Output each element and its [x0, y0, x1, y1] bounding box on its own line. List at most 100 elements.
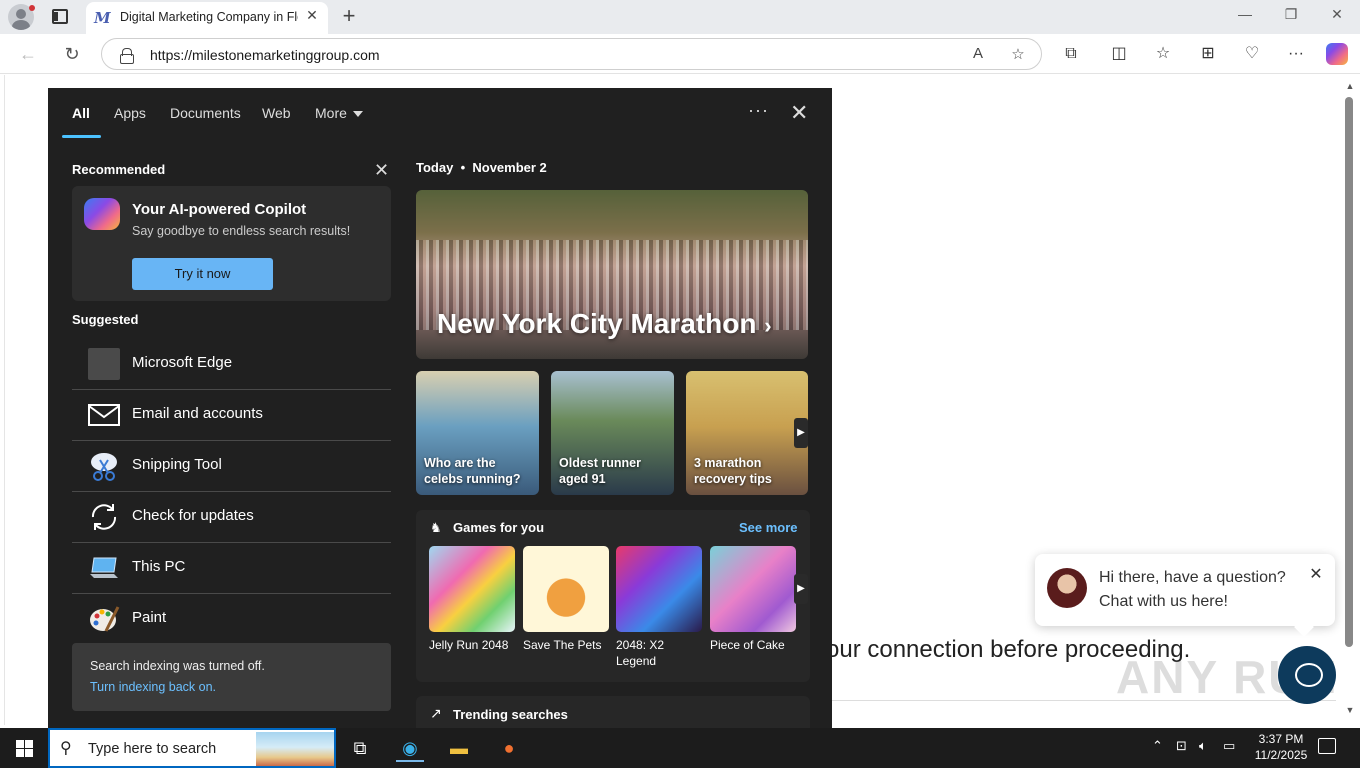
suggested-item-check-updates[interactable]: Check for updates [72, 492, 391, 543]
windows-search-panel: All Apps Documents Web More ··· ✕ Recomm… [48, 88, 832, 736]
news-card[interactable]: Who are the celebs running? [416, 371, 539, 495]
favorites-icon[interactable]: ☆ [1151, 42, 1175, 66]
tab-more[interactable]: More [315, 105, 363, 121]
volume-icon[interactable]: 🔈︎ [1199, 738, 1207, 754]
today-heading: Today • November 2 [416, 160, 547, 175]
game-tile[interactable]: 2048: X2 Legend [616, 546, 702, 669]
more-menu-icon[interactable]: ··· [1284, 42, 1308, 66]
scroll-down-icon[interactable]: ▼ [1343, 705, 1357, 717]
chat-close-icon[interactable]: ✕ [1307, 564, 1325, 583]
tab-actions-icon[interactable] [52, 9, 68, 24]
chat-launcher-button[interactable] [1278, 646, 1336, 704]
chat-message-line1: Hi there, have a question? [1099, 569, 1286, 586]
game-thumbnail [523, 546, 609, 632]
dismiss-recommended-icon[interactable]: ✕ [374, 160, 389, 181]
hero-title-text: New York City Marathon [437, 308, 757, 339]
games-heading: Games for you [453, 520, 545, 535]
suggested-item-email[interactable]: Email and accounts [72, 390, 391, 441]
copilot-logo-icon [84, 198, 120, 230]
see-more-link[interactable]: See more [739, 520, 798, 535]
firefox-icon[interactable]: ● [495, 734, 523, 762]
suggested-item-this-pc[interactable]: This PC [72, 543, 391, 594]
turn-indexing-on-link[interactable]: Turn indexing back on. [90, 680, 216, 694]
suggested-item-paint[interactable]: Paint [72, 594, 391, 645]
battery-icon[interactable]: ▭ [1223, 738, 1235, 754]
browser-tab-active[interactable]: M Digital Marketing Company in Flo ✕ [86, 2, 328, 34]
new-tab-icon[interactable]: + [338, 4, 360, 28]
profile-notification-dot [29, 5, 35, 11]
bullet-separator: • [456, 160, 469, 175]
game-thumbnail [710, 546, 796, 632]
favorite-star-icon[interactable]: ☆ [1008, 45, 1028, 65]
collections-icon[interactable]: ⊞ [1196, 42, 1220, 66]
panel-close-icon[interactable]: ✕ [790, 100, 808, 126]
games-next-icon[interactable]: ▶ [794, 574, 808, 604]
game-tile[interactable]: Jelly Run 2048 [429, 546, 515, 653]
tab-web[interactable]: Web [262, 105, 291, 121]
url-text[interactable]: https://milestonemarketinggroup.com [150, 47, 380, 63]
back-icon[interactable]: ← [16, 42, 40, 66]
hero-title: New York City Marathon › [437, 308, 772, 340]
edge-taskbar-icon[interactable]: ◉ [396, 734, 424, 762]
news-card-caption: 3 marathon recovery tips [694, 456, 772, 486]
lock-icon[interactable] [120, 48, 134, 64]
read-aloud-icon[interactable]: A [968, 45, 988, 65]
tab-documents[interactable]: Documents [170, 105, 241, 121]
news-card[interactable]: Oldest runner aged 91 [551, 371, 674, 495]
show-hidden-icons-icon[interactable]: ⌃ [1152, 738, 1163, 754]
network-icon[interactable]: ⊡ [1176, 738, 1187, 754]
copilot-icon[interactable] [1326, 43, 1348, 65]
game-tile[interactable]: Save The Pets [523, 546, 609, 653]
address-bar[interactable]: https://milestonemarketinggroup.com A ☆ [101, 38, 1042, 70]
search-highlight-image [256, 732, 334, 766]
system-clock[interactable]: 3:37 PM 11/2/2025 [1252, 731, 1310, 763]
games-section: ♞ Games for you See more Jelly Run 2048 … [416, 510, 810, 682]
mail-icon [88, 399, 120, 431]
tab-close-icon[interactable]: ✕ [304, 7, 320, 27]
close-window-icon[interactable]: ✕ [1322, 6, 1352, 28]
extensions-icon[interactable]: ⧉ [1059, 42, 1083, 66]
suggested-item-label: Email and accounts [132, 405, 263, 422]
today-label: Today [416, 160, 454, 175]
restore-icon[interactable]: ❐ [1276, 6, 1306, 28]
scroll-up-icon[interactable]: ▲ [1343, 81, 1357, 93]
start-button[interactable] [0, 728, 48, 768]
game-thumbnail [616, 546, 702, 632]
game-tile[interactable]: Piece of Cake [710, 546, 796, 653]
copilot-title: Your AI-powered Copilot [132, 201, 307, 218]
try-it-now-button[interactable]: Try it now [132, 258, 273, 290]
suggested-item-label: This PC [132, 558, 186, 575]
carousel-next-icon[interactable]: ▶ [794, 418, 808, 448]
task-view-icon[interactable]: ⧉ [346, 734, 374, 762]
page-scrollbar[interactable]: ▲ ▼ [1341, 75, 1360, 725]
taskbar-search-box[interactable]: ⚲ Type here to search [48, 728, 336, 768]
games-icon: ♞ [430, 520, 442, 535]
split-screen-icon[interactable]: ◫ [1107, 42, 1131, 66]
chat-message-line2: Chat with us here! [1099, 593, 1228, 610]
search-input[interactable]: Type here to search [88, 741, 216, 757]
refresh-icon [88, 501, 120, 533]
news-card[interactable]: 3 marathon recovery tips [686, 371, 808, 495]
minimize-icon[interactable]: — [1230, 6, 1260, 28]
site-favicon-icon: M [94, 9, 111, 27]
browser-essentials-icon[interactable]: ♡ [1240, 42, 1264, 66]
file-explorer-icon[interactable]: ▬ [445, 734, 473, 762]
options-ellipsis-icon[interactable]: ··· [748, 100, 769, 121]
tab-title: Digital Marketing Company in Flo [120, 10, 298, 24]
game-name: Jelly Run 2048 [429, 638, 509, 652]
notification-center-icon[interactable] [1318, 738, 1336, 754]
suggested-item-label: Snipping Tool [132, 456, 222, 473]
game-name: 2048: X2 Legend [616, 638, 665, 668]
snipping-tool-icon [88, 450, 120, 482]
scroll-thumb[interactable] [1345, 97, 1353, 647]
refresh-icon[interactable]: ↻ [60, 42, 84, 66]
tab-all[interactable]: All [72, 105, 90, 121]
suggested-item-microsoft-edge[interactable]: Microsoft Edge [72, 339, 391, 390]
tab-apps[interactable]: Apps [114, 105, 146, 121]
hero-news-card[interactable]: New York City Marathon › [416, 190, 808, 359]
today-date: November 2 [472, 160, 547, 175]
suggested-item-label: Microsoft Edge [132, 354, 233, 371]
suggested-item-snipping-tool[interactable]: Snipping Tool [72, 441, 391, 492]
chat-popup[interactable]: Hi there, have a question? Chat with us … [1035, 554, 1335, 626]
news-card-caption: Oldest runner aged 91 [559, 456, 641, 486]
